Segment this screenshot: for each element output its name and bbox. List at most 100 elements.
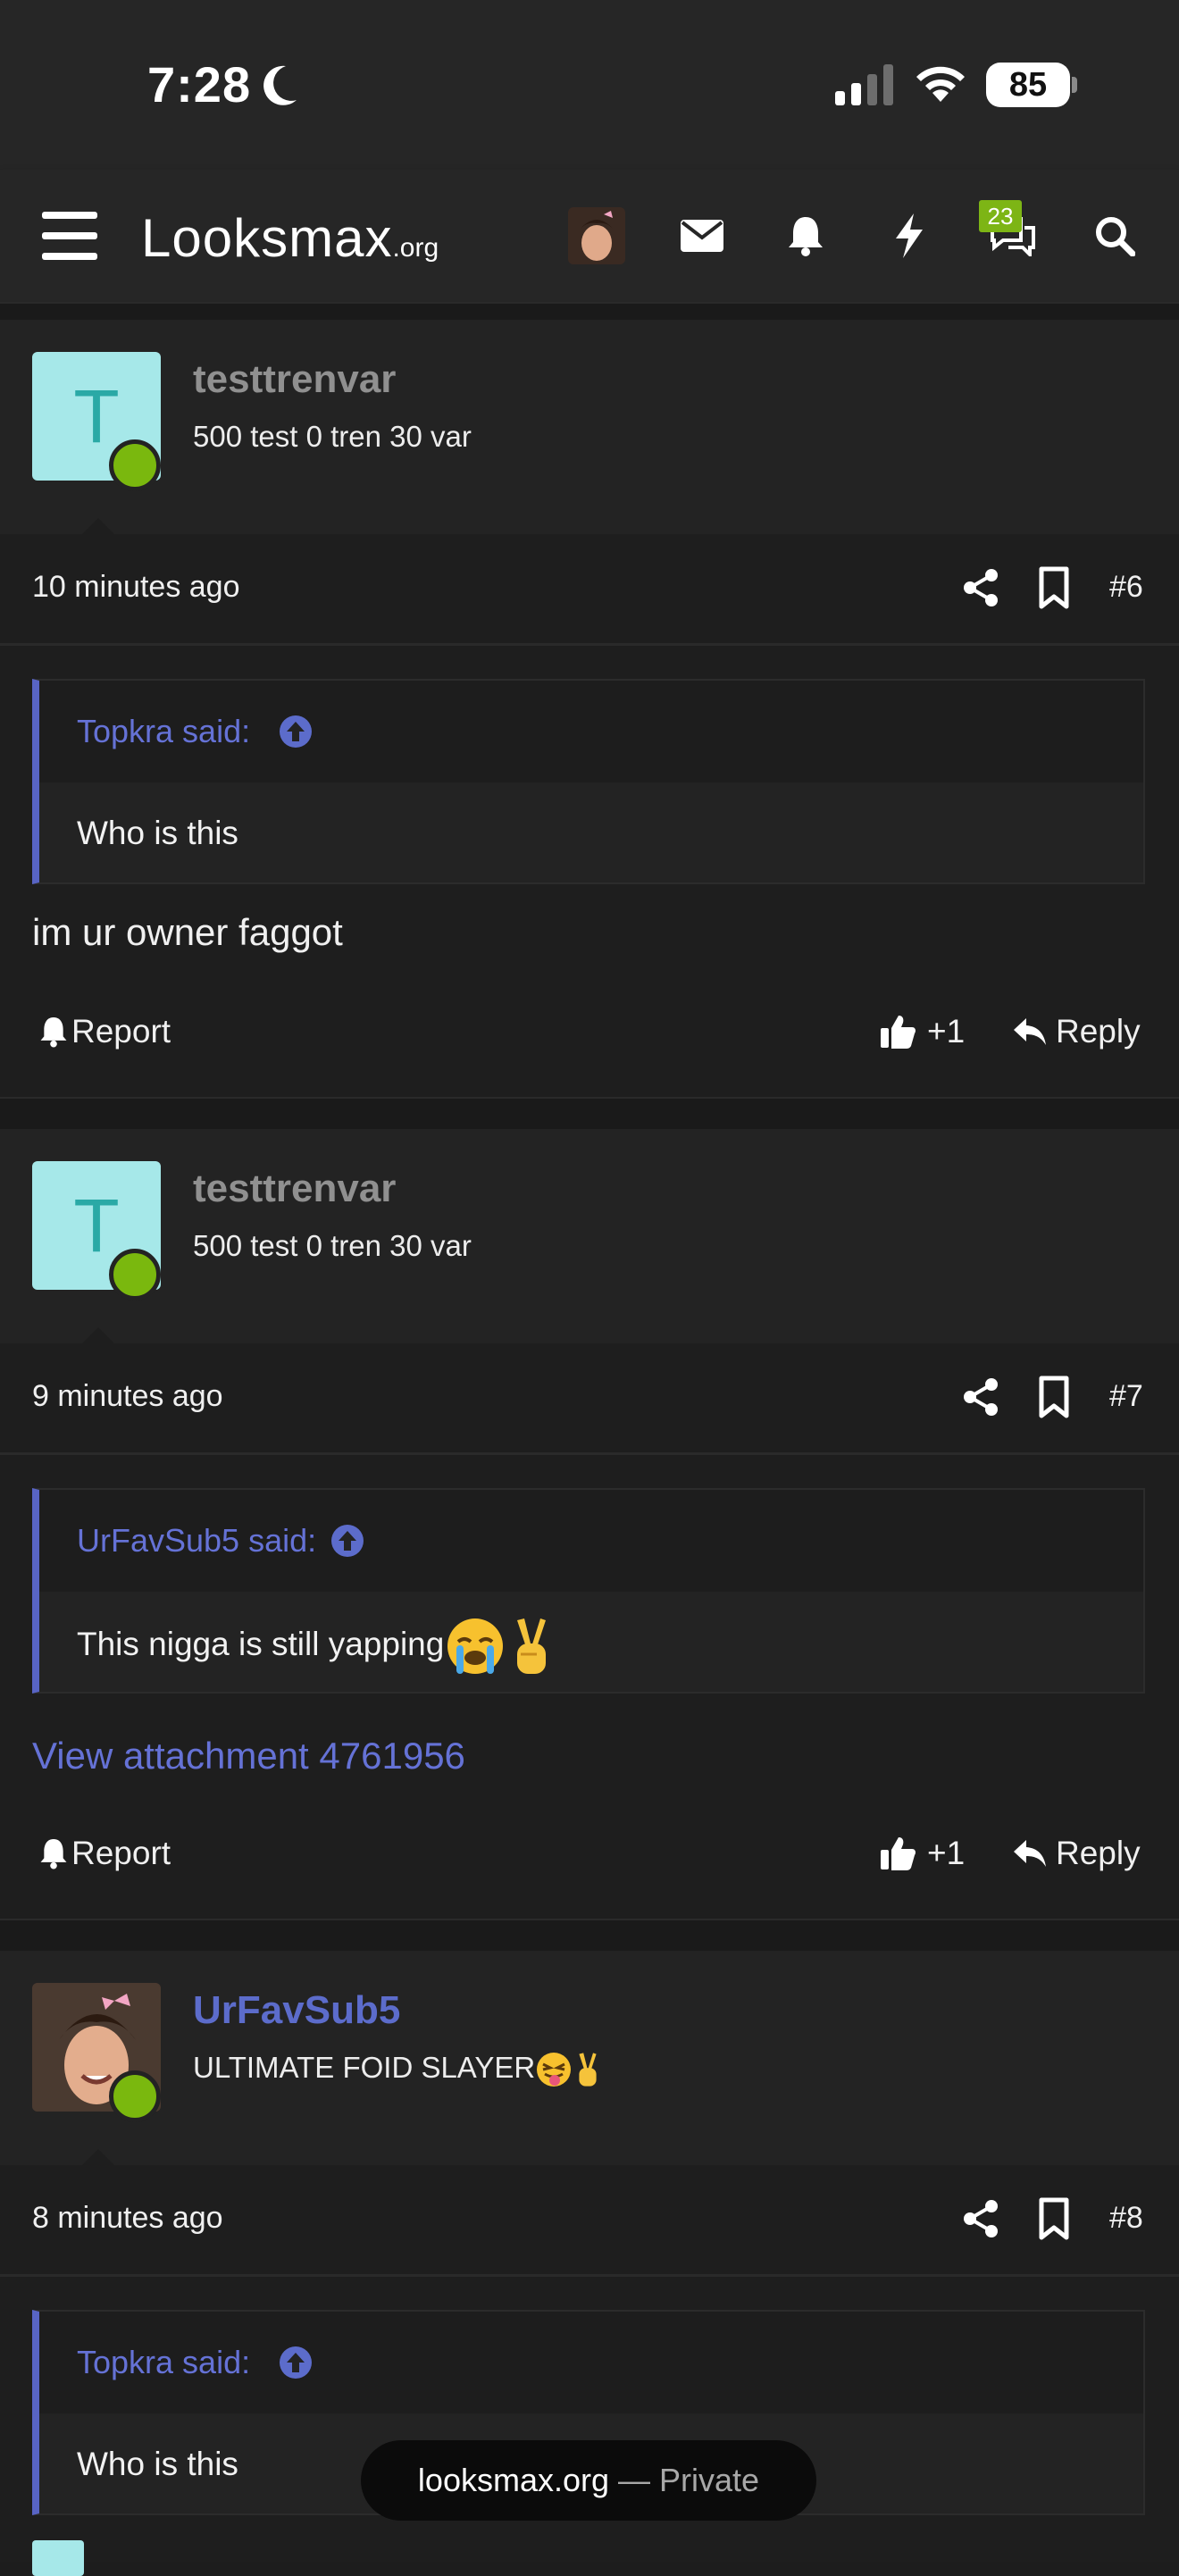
battery-cap	[1072, 77, 1077, 93]
report-label: Report	[71, 1835, 171, 1871]
share-icon[interactable]	[961, 1377, 1000, 1417]
whats-new-button[interactable]	[877, 170, 941, 302]
like-count: +1	[927, 1835, 966, 1871]
quote-text: Who is this	[77, 2446, 238, 2482]
post-timestamp[interactable]: 9 minutes ago	[32, 1379, 223, 1414]
like-count: +1	[927, 1013, 966, 1050]
crying-face-emoji-icon	[447, 1618, 504, 1674]
private-browsing-address-pill[interactable]: looksmax.org — Private	[361, 2440, 816, 2521]
post-user-block: T testtrenvar 500 test 0 tren 30 var	[0, 320, 1179, 543]
quote-author-link[interactable]: Topkra said:	[77, 2344, 250, 2381]
post-actions: Report +1 Reply	[0, 1006, 1179, 1068]
bookmark-icon[interactable]	[1036, 566, 1072, 609]
post-body: 9 minutes ago #7 UrFavSub5 said: This ni…	[0, 1343, 1179, 1919]
thumbs-up-icon	[881, 1016, 916, 1049]
site-logo[interactable]: Looksmax.org	[141, 207, 439, 269]
quote-block: UrFavSub5 said: This nigga is still yapp…	[32, 1488, 1145, 1694]
like-button[interactable]: +1	[881, 1835, 965, 1872]
post-user-block: T testtrenvar 500 test 0 tren 30 var	[0, 1129, 1179, 1352]
bell-icon	[789, 217, 823, 256]
quote-text-row: This nigga is still yapping	[77, 1615, 556, 1677]
inbox-button[interactable]	[670, 170, 734, 302]
user-title-row: ULTIMATE FOID SLAYER	[193, 2051, 603, 2088]
jump-to-quote-icon[interactable]	[279, 2346, 313, 2379]
wifi-icon	[916, 66, 965, 102]
user-title: ULTIMATE FOID SLAYER	[193, 2051, 536, 2084]
post-meta-row: 10 minutes ago #6	[0, 534, 1179, 646]
view-attachment-link[interactable]: View attachment 4761956	[32, 1735, 465, 1777]
battery-indicator: 85	[986, 63, 1070, 107]
reply-label: Reply	[1056, 1835, 1141, 1871]
share-icon[interactable]	[961, 568, 1000, 607]
chat-count-badge: 23	[979, 200, 1022, 232]
post-number-link[interactable]: #6	[1109, 570, 1143, 605]
post-number-link[interactable]: #8	[1109, 2201, 1143, 2236]
username-link[interactable]: UrFavSub5	[193, 1988, 400, 2033]
post-separator	[0, 1097, 1179, 1133]
post-message: im ur owner faggot	[32, 911, 343, 953]
bell-icon	[40, 1017, 67, 1048]
pill-separator: —	[609, 2462, 660, 2498]
quote-header: UrFavSub5 said:	[39, 1490, 1143, 1592]
account-avatar	[568, 207, 625, 264]
hamburger-menu-icon	[42, 212, 97, 260]
post-number-link[interactable]: #7	[1109, 1379, 1143, 1414]
envelope-icon	[681, 220, 723, 252]
status-time: 7:28	[147, 56, 252, 113]
account-avatar-button[interactable]	[564, 170, 629, 302]
bookmark-icon[interactable]	[1036, 2197, 1072, 2240]
pill-mode: Private	[659, 2462, 760, 2498]
online-status-indicator	[109, 1249, 161, 1301]
reply-arrow-icon	[1014, 1840, 1046, 1867]
post-user-block: UrFavSub5 ULTIMATE FOID SLAYER	[0, 1951, 1179, 2174]
jump-to-quote-icon[interactable]	[279, 715, 313, 749]
menu-button[interactable]	[32, 170, 107, 302]
reply-arrow-icon	[1014, 1018, 1046, 1045]
post-meta-row: 8 minutes ago #8	[0, 2165, 1179, 2277]
quote-header: Topkra said:	[39, 2312, 1143, 2413]
status-bar: 7:28 85	[0, 0, 1179, 170]
post-separator	[0, 1919, 1179, 1954]
post-actions: Report +1 Reply	[0, 1827, 1179, 1890]
alerts-button[interactable]	[773, 170, 838, 302]
bookmark-icon[interactable]	[1036, 1376, 1072, 1418]
online-status-indicator	[109, 2070, 161, 2122]
victory-hand-emoji-icon	[579, 2053, 597, 2087]
report-button[interactable]: Report	[39, 1835, 171, 1872]
bell-icon	[40, 1839, 67, 1869]
quote-header: Topkra said:	[39, 681, 1143, 782]
reply-label: Reply	[1056, 1013, 1141, 1050]
logo-main-text: Looksmax	[141, 208, 393, 268]
username-link[interactable]: testtrenvar	[193, 1167, 396, 1211]
reply-button[interactable]: Reply	[1013, 1835, 1141, 1872]
online-status-indicator	[109, 439, 161, 491]
battery-level: 85	[1008, 66, 1048, 104]
moon-icon	[263, 65, 297, 105]
share-icon[interactable]	[961, 2199, 1000, 2238]
tongue-out-emoji-icon	[537, 2053, 572, 2087]
search-button[interactable]	[1083, 170, 1147, 302]
partial-mention-avatar	[32, 2540, 84, 2576]
quote-author-link[interactable]: UrFavSub5 said:	[77, 1522, 316, 1560]
post-meta-row: 9 minutes ago #7	[0, 1343, 1179, 1455]
logo-suffix-text: .org	[392, 233, 439, 263]
pill-domain: looksmax.org	[417, 2462, 610, 2498]
quote-author-link[interactable]: Topkra said:	[77, 713, 250, 750]
username-link[interactable]: testtrenvar	[193, 357, 396, 402]
victory-hand-emoji-icon	[517, 1618, 547, 1674]
user-title: 500 test 0 tren 30 var	[193, 1229, 472, 1262]
post-timestamp[interactable]: 10 minutes ago	[32, 570, 240, 605]
search-icon	[1096, 217, 1135, 256]
post-timestamp[interactable]: 8 minutes ago	[32, 2201, 223, 2236]
like-button[interactable]: +1	[881, 1013, 965, 1050]
quote-text: This nigga is still yapping	[77, 1625, 445, 1662]
jump-to-quote-icon[interactable]	[330, 1524, 364, 1558]
lightning-icon	[896, 213, 923, 258]
reply-button[interactable]: Reply	[1013, 1013, 1141, 1050]
chat-button[interactable]	[981, 170, 1045, 302]
report-button[interactable]: Report	[39, 1013, 171, 1050]
thumbs-up-icon	[881, 1837, 916, 1870]
top-navigation: Looksmax.org	[0, 170, 1179, 311]
user-title: 500 test 0 tren 30 var	[193, 420, 472, 453]
report-label: Report	[71, 1013, 171, 1050]
